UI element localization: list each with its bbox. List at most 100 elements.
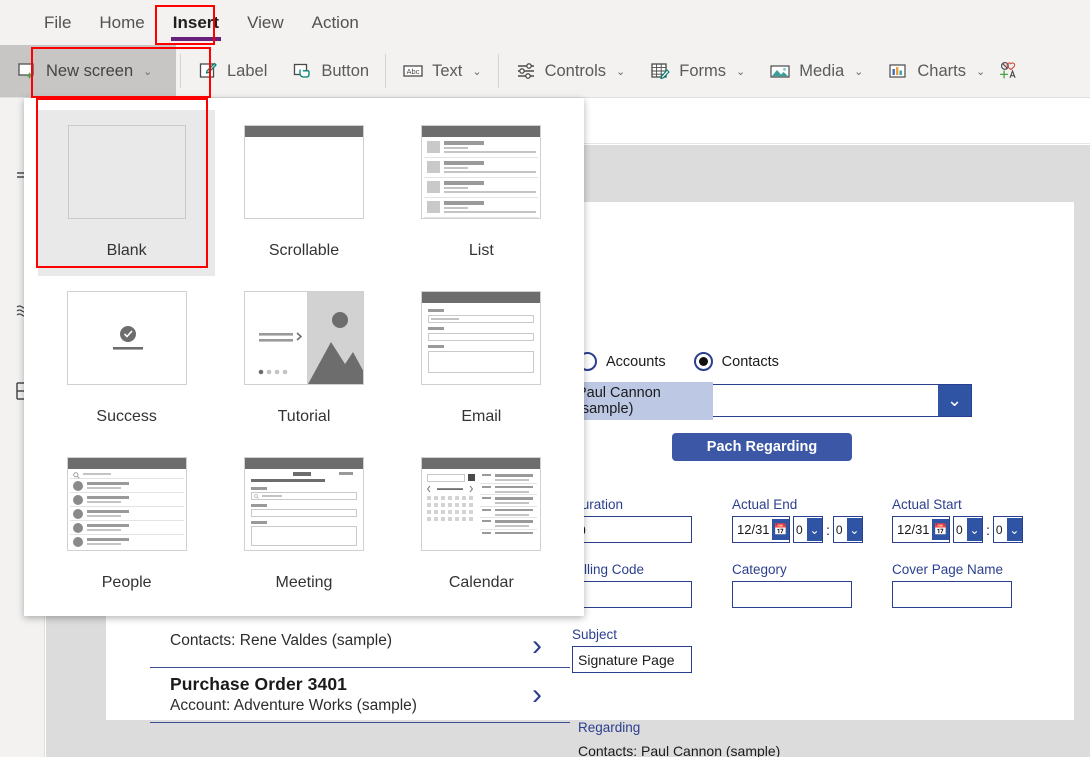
active-tab-underline (170, 36, 222, 41)
insert-button-button[interactable]: Button (279, 45, 381, 97)
insert-button-text: Button (321, 61, 370, 80)
gallery-item-scrollable[interactable]: Scrollable (215, 110, 392, 276)
actual-start-hour-select[interactable]: 0 ⌄ (953, 516, 983, 543)
actual-end-hour-select[interactable]: 0 ⌄ (793, 516, 823, 543)
chevron-down-icon: ⌄ (472, 65, 482, 78)
billing-code-input[interactable] (572, 581, 692, 608)
gallery-item-tutorial[interactable]: Tutorial (215, 276, 392, 442)
ribbon-overflow-button[interactable] (997, 45, 1023, 97)
date-value: 12/31 (737, 522, 770, 537)
actual-end-minute-select[interactable]: 0 ⌄ (832, 516, 863, 543)
thumbnail-wrap (243, 290, 364, 386)
chevron-down-icon: ⌄ (736, 65, 746, 78)
list-item[interactable]: Contacts: Rene Valdes (sample) › (150, 624, 570, 668)
menu-bar: File Home Insert View Action (0, 0, 1090, 45)
gallery-item-meeting[interactable]: Meeting (215, 442, 392, 608)
new-screen-button[interactable]: New screen ⌄ (0, 45, 176, 97)
menu-item-view[interactable]: View (233, 7, 298, 39)
ribbon-divider (385, 54, 387, 88)
thumbnail-wrap (243, 456, 364, 552)
gallery-item-email[interactable]: Email (393, 276, 570, 442)
insert-charts-label: Charts (917, 61, 966, 80)
gallery-item-people[interactable]: People (38, 442, 215, 608)
success-screen-thumbnail (66, 291, 187, 385)
gallery-item-label: Tutorial (277, 408, 331, 425)
ribbon-toolbar: New screen ⌄ Label Button Abc Text ⌄ Con… (0, 45, 1090, 98)
chevron-down-icon: ⌄ (807, 518, 822, 541)
gallery-item-calendar[interactable]: Calendar (393, 442, 570, 608)
ribbon-divider (497, 54, 499, 88)
field-label: Billing Code (572, 562, 645, 577)
insert-label-button[interactable]: Label (185, 45, 279, 97)
gallery-item-blank[interactable]: Blank (38, 110, 216, 276)
menu-item-label: Insert (172, 12, 220, 32)
patch-regarding-button[interactable]: Pach Regarding (672, 433, 852, 461)
patch-regarding-label: Pach Regarding (706, 439, 818, 455)
menu-item-home[interactable]: Home (85, 7, 158, 39)
gallery-item-list[interactable]: List (393, 110, 570, 276)
field-label: Category (732, 562, 787, 577)
cover-page-name-input[interactable] (892, 581, 1012, 608)
ribbon-divider (180, 54, 181, 88)
actual-end-date-input[interactable]: 12/31 📅 (732, 516, 790, 543)
label-pencil-icon (197, 60, 219, 82)
insert-controls-label: Controls (544, 61, 607, 80)
email-screen-thumbnail (421, 291, 542, 385)
app-root: File Home Insert View Action New screen … (0, 0, 1090, 757)
gallery-item-label: People (101, 574, 152, 591)
new-screen-icon (16, 60, 38, 82)
insert-media-menu[interactable]: Media ⌄ (757, 45, 875, 97)
menu-item-label: File (44, 12, 72, 32)
insert-charts-menu[interactable]: Charts ⌄ (875, 45, 997, 97)
field-label: Subject (572, 627, 618, 642)
duration-input[interactable]: 0 (572, 516, 692, 543)
forms-grid-icon (649, 60, 671, 82)
field-label: Actual End (732, 497, 798, 512)
field-label: Cover Page Name (892, 562, 1004, 577)
hour-value: 0 (956, 522, 963, 537)
text-abc-icon: Abc (402, 60, 424, 82)
button-cursor-icon (291, 60, 313, 82)
field-category: Category (732, 562, 852, 608)
radio-contacts[interactable]: Contacts (693, 352, 779, 371)
date-value: 12/31 (897, 522, 930, 537)
thumbnail-wrap (66, 456, 187, 552)
new-screen-label: New screen (46, 61, 134, 80)
field-actual-start: Actual Start 12/31 📅 0 ⌄ : 0 ⌄ (892, 497, 1023, 543)
chevron-right-icon: › (532, 628, 542, 662)
gallery-item-label: Meeting (275, 574, 333, 591)
insert-controls-menu[interactable]: Controls ⌄ (503, 45, 638, 97)
calendar-icon[interactable]: 📅 (931, 519, 949, 540)
regarding-label: Regarding (578, 720, 641, 735)
insert-text-menu[interactable]: Abc Text ⌄ (390, 45, 493, 97)
blank-screen-thumbnail (67, 125, 186, 219)
menu-item-action[interactable]: Action (298, 7, 373, 39)
insert-forms-label: Forms (679, 61, 726, 80)
subject-value: Signature Page (578, 651, 675, 668)
radio-accounts[interactable]: Accounts (578, 352, 666, 371)
insert-forms-menu[interactable]: Forms ⌄ (637, 45, 757, 97)
actual-start-date-input[interactable]: 12/31 📅 (892, 516, 950, 543)
menu-item-insert[interactable]: Insert (159, 7, 233, 41)
chevron-down-icon: ⌄ (846, 518, 862, 541)
subject-input[interactable]: Signature Page (572, 646, 692, 673)
media-image-icon (769, 60, 791, 82)
actual-start-minute-select[interactable]: 0 ⌄ (992, 516, 1023, 543)
field-actual-end: Actual End 12/31 📅 0 ⌄ : 0 ⌄ (732, 497, 863, 543)
chevron-down-icon[interactable]: ⌄ (938, 385, 971, 416)
list-item[interactable]: Purchase Order 3401 Account: Adventure W… (150, 668, 570, 723)
menu-item-label: Home (99, 12, 145, 32)
people-screen-thumbnail (66, 457, 187, 551)
category-input[interactable] (732, 581, 852, 608)
record-combobox[interactable]: Paul Cannon (sample) ⌄ (572, 381, 972, 420)
insert-label-text: Label (227, 61, 268, 80)
list-screen-thumbnail (421, 125, 542, 219)
new-screen-gallery-grid: Blank Scrollable List Success Tutorial E… (24, 98, 584, 616)
menu-item-file[interactable]: File (30, 7, 85, 39)
field-label: Duration (572, 497, 624, 512)
field-billing-code: Billing Code (572, 562, 692, 608)
insert-media-label: Media (799, 61, 845, 80)
svg-text:Abc: Abc (407, 67, 420, 76)
calendar-icon[interactable]: 📅 (771, 519, 789, 540)
gallery-item-success[interactable]: Success (38, 276, 215, 442)
